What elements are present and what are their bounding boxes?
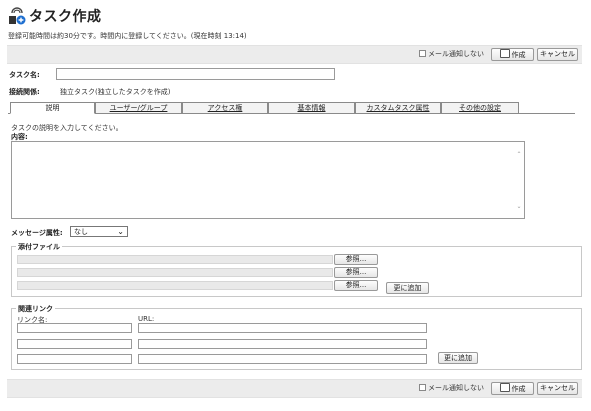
mail-no-notify-checkbox-bottom[interactable] <box>419 384 426 391</box>
content-textarea[interactable]: ⌃ ⌄ <box>11 141 525 219</box>
browse-button-1[interactable]: 参照... <box>334 254 378 265</box>
tab-description[interactable]: 説明 <box>10 102 95 114</box>
time-notice: 登録可能時間は約30分です。時間内に登録してください。(現在時刻 13:14) <box>8 32 247 40</box>
task-create-icon <box>8 7 26 25</box>
relation-value: 独立タスク(独立したタスクを作成) <box>60 88 171 96</box>
link-url-input-3[interactable] <box>138 354 427 364</box>
attachments-legend: 添付ファイル <box>16 242 62 252</box>
link-url-input-1[interactable] <box>138 323 427 333</box>
message-attr-label: メッセージ属性: <box>11 229 63 237</box>
page-header: タスク作成 <box>8 6 102 26</box>
task-name-label: タスク名: <box>9 71 40 79</box>
related-links-fieldset: 関連リンク リンク名: URL: 更に追加 <box>11 304 582 370</box>
cancel-button-bottom[interactable]: キャンセル <box>537 382 578 395</box>
chevron-down-icon: ⌄ <box>117 227 124 236</box>
create-button[interactable]: 作成 <box>491 48 534 61</box>
mail-no-notify-label-bottom: メール通知しない <box>428 384 484 392</box>
create-icon <box>499 49 510 58</box>
bottom-toolbar: メール通知しない 作成 キャンセル <box>7 379 582 398</box>
link-name-input-1[interactable] <box>17 323 132 333</box>
related-links-legend: 関連リンク <box>16 304 55 314</box>
browse-button-2[interactable]: 参照... <box>334 267 378 278</box>
page-title: タスク作成 <box>29 9 102 25</box>
mail-no-notify-checkbox[interactable] <box>419 50 426 57</box>
tab-basic-info[interactable]: 基本情報 <box>268 102 355 114</box>
tab-other-settings[interactable]: その他の設定 <box>441 102 519 114</box>
task-name-input[interactable] <box>56 68 335 80</box>
link-name-input-2[interactable] <box>17 339 132 349</box>
attachments-add-more-button[interactable]: 更に追加 <box>386 282 429 294</box>
links-add-more-button[interactable]: 更に追加 <box>438 352 478 364</box>
tab-custom-task-attributes[interactable]: カスタムタスク属性 <box>355 102 441 114</box>
scroll-down-icon[interactable]: ⌄ <box>516 204 522 210</box>
link-url-input-2[interactable] <box>138 339 427 349</box>
mail-no-notify-label: メール通知しない <box>428 50 484 58</box>
attachment-file-field-2[interactable] <box>17 268 333 277</box>
create-icon <box>499 383 510 392</box>
message-attr-select[interactable]: なし ⌄ <box>70 226 128 237</box>
link-url-header: URL: <box>138 315 155 323</box>
scroll-up-icon[interactable]: ⌃ <box>516 152 522 158</box>
cancel-button[interactable]: キャンセル <box>537 48 578 61</box>
attachment-file-field-3[interactable] <box>17 281 333 290</box>
browse-button-3[interactable]: 参照... <box>334 280 378 291</box>
link-name-input-3[interactable] <box>17 354 132 364</box>
tab-users-groups[interactable]: ユーザー/グループ <box>95 102 182 114</box>
relation-label: 接続関係: <box>9 88 40 96</box>
attachment-file-field-1[interactable] <box>17 255 333 264</box>
tab-access-rights[interactable]: アクセス権 <box>182 102 268 114</box>
top-toolbar: メール通知しない 作成 キャンセル <box>7 45 582 64</box>
create-button-bottom[interactable]: 作成 <box>491 382 534 395</box>
attachments-fieldset: 添付ファイル 参照... 参照... 参照... 更に追加 <box>11 242 582 297</box>
